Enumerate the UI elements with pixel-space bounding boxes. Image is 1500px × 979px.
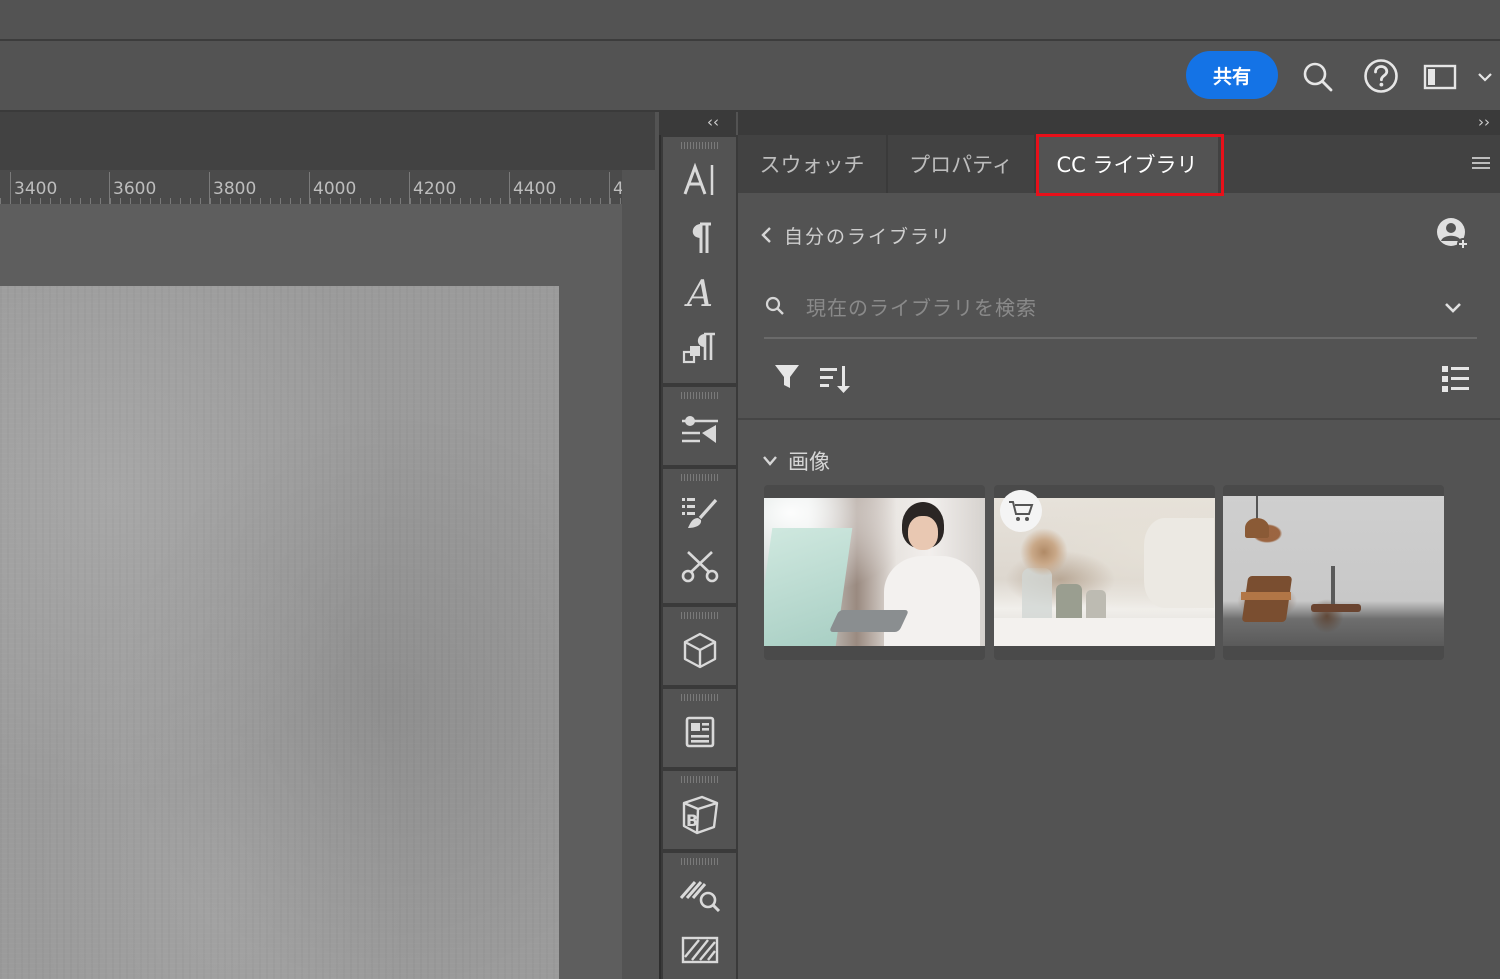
grip-icon[interactable]: [681, 392, 719, 399]
dock-group-layout: [663, 689, 736, 767]
collapse-arrows-icon[interactable]: ‹‹: [707, 113, 719, 131]
dock-group-type: A: [663, 137, 736, 383]
library-toolbar: [738, 345, 1500, 420]
ruler-label: 3600: [113, 179, 157, 199]
chevron-down-icon[interactable]: [1444, 299, 1462, 318]
chevron-down-icon: [763, 456, 777, 466]
ruler-label: 4200: [413, 179, 457, 199]
expand-arrows-icon[interactable]: ››: [1478, 113, 1490, 131]
add-collaborator-icon[interactable]: [1435, 216, 1471, 252]
chevron-down-icon[interactable]: [1474, 66, 1496, 88]
document-tab-bar: [0, 112, 655, 170]
dock-group-properties: [663, 387, 736, 465]
brush-list-icon[interactable]: [677, 491, 723, 533]
workspace-icon[interactable]: [1421, 60, 1459, 94]
interior-chair-image[interactable]: [1223, 485, 1444, 660]
ruler-label: 4000: [313, 179, 357, 199]
ruler-label: 3400: [14, 179, 58, 199]
dock-group-bevel: B: [663, 771, 736, 849]
artboard-concrete-texture[interactable]: [0, 286, 559, 979]
grip-icon[interactable]: [681, 858, 719, 865]
search-input[interactable]: [804, 287, 1428, 329]
share-button[interactable]: 共有: [1186, 51, 1278, 99]
chevron-left-icon: [761, 227, 771, 243]
pattern-icon[interactable]: [677, 929, 723, 971]
tab-swatches[interactable]: スウォッチ: [738, 135, 888, 193]
horizontal-ruler: 3400 3600 3800 4000 4200 4400 4: [0, 170, 622, 204]
grip-icon[interactable]: [681, 776, 719, 783]
dock-group-brushes: [663, 469, 736, 603]
thumbnail-image: [1223, 496, 1444, 646]
layout-icon[interactable]: [677, 711, 723, 753]
panel-tab-row: スウォッチ プロパティ CC ライブラリ: [738, 135, 1500, 193]
vertical-scroll-strip[interactable]: [622, 170, 655, 979]
help-icon[interactable]: [1361, 56, 1401, 96]
grip-icon[interactable]: [681, 694, 719, 701]
glyphs-icon[interactable]: A: [677, 273, 723, 315]
tab-properties[interactable]: プロパティ: [888, 135, 1036, 193]
filter-icon[interactable]: [774, 363, 800, 395]
properties-sliders-icon[interactable]: [677, 409, 723, 451]
dock-group-patterns: [663, 853, 736, 979]
ruler-label: 4: [613, 179, 622, 199]
library-search: [764, 287, 1477, 339]
images-section-header[interactable]: 画像: [762, 444, 830, 478]
back-to-my-libraries[interactable]: 自分のライブラリ: [760, 218, 952, 252]
thumbnail-image: [764, 498, 985, 646]
cart-icon[interactable]: [1000, 490, 1042, 532]
sort-icon[interactable]: [818, 363, 852, 399]
search-icon: [764, 295, 786, 321]
paragraph-styles-icon[interactable]: [677, 329, 723, 371]
3d-cube-icon[interactable]: [677, 629, 723, 671]
paragraph-icon[interactable]: [677, 217, 723, 259]
grip-icon[interactable]: [681, 612, 719, 619]
dried-flowers-image[interactable]: [994, 485, 1215, 660]
grip-icon[interactable]: [681, 142, 719, 149]
dock-icon-bar: A B: [659, 135, 738, 979]
section-label: 画像: [788, 450, 830, 474]
panel-menu-icon[interactable]: [1470, 155, 1492, 173]
svg-text:B: B: [686, 811, 698, 830]
character-icon[interactable]: [677, 159, 723, 201]
title-bar: [0, 0, 1500, 41]
3d-b-cube-icon[interactable]: B: [677, 793, 723, 835]
grip-icon[interactable]: [681, 474, 719, 481]
ruler-label: 3800: [213, 179, 257, 199]
tools-scissors-icon[interactable]: [677, 545, 723, 587]
ruler-label: 4400: [513, 179, 557, 199]
list-view-icon[interactable]: [1440, 363, 1472, 399]
dock-group-3d: [663, 607, 736, 685]
back-label: 自分のライブラリ: [784, 225, 953, 248]
dock-collapse-bar[interactable]: ‹‹: [659, 112, 736, 135]
search-icon[interactable]: [1298, 57, 1338, 97]
pattern-search-icon[interactable]: [677, 873, 723, 915]
tab-cc-libraries[interactable]: CC ライブラリ: [1036, 135, 1218, 193]
girl-laptop-image[interactable]: [764, 485, 985, 660]
panel-header-bar: ››: [738, 112, 1500, 135]
